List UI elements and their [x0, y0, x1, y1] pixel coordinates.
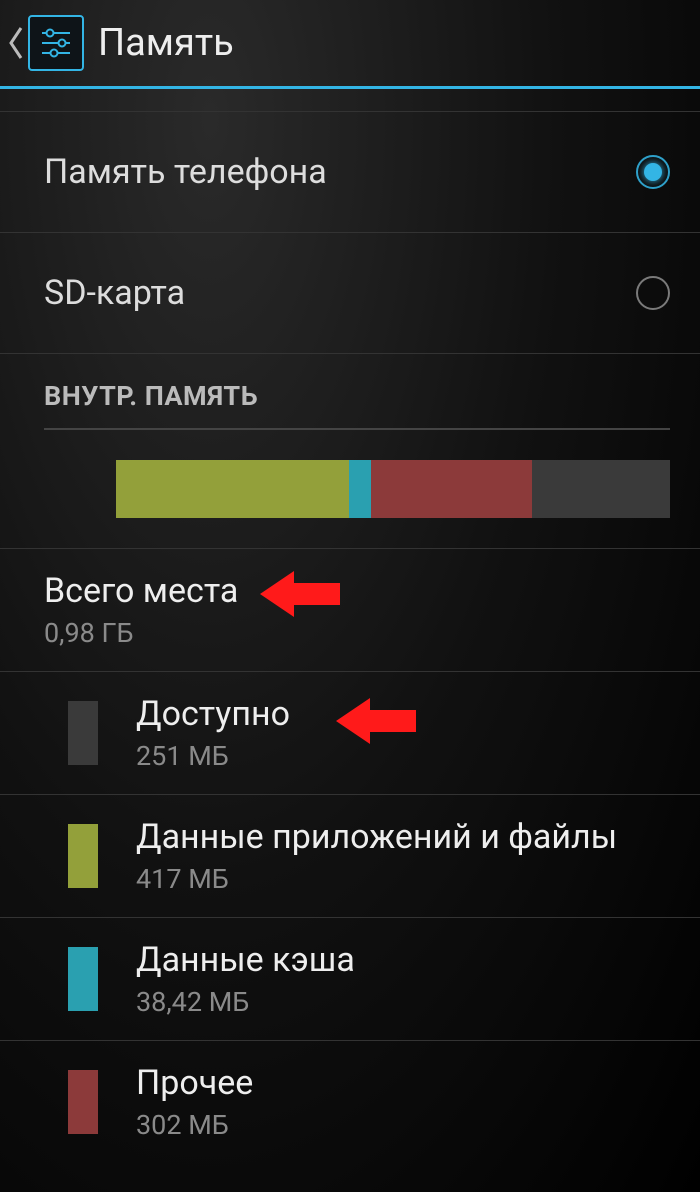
section-header-internal: ВНУТР. ПАМЯТЬ	[0, 354, 700, 428]
item-subtitle: 38,42 МБ	[136, 986, 355, 1018]
bar-segment-cache	[349, 460, 371, 518]
app-header: Память	[0, 0, 700, 86]
row-total-space[interactable]: Всего места 0,98 ГБ	[0, 549, 700, 671]
option-phone-storage[interactable]: Память телефона	[0, 112, 700, 232]
item-subtitle: 0,98 ГБ	[44, 617, 670, 649]
bar-segment-apps	[116, 460, 349, 518]
item-title: Доступно	[136, 694, 290, 734]
item-title: Данные приложений и файлы	[136, 817, 617, 857]
item-title: Данные кэша	[136, 940, 355, 980]
row-available[interactable]: Доступно 251 МБ	[0, 672, 700, 794]
color-swatch-other	[68, 1070, 98, 1134]
item-subtitle: 251 МБ	[136, 740, 290, 772]
item-title: Прочее	[136, 1063, 253, 1103]
color-swatch-cache	[68, 947, 98, 1011]
item-subtitle: 302 МБ	[136, 1109, 253, 1141]
radio-unselected	[636, 276, 670, 310]
truncated-row	[0, 89, 700, 111]
option-label: Память телефона	[44, 152, 327, 192]
item-subtitle: 417 МБ	[136, 863, 617, 895]
item-title: Всего места	[44, 571, 670, 611]
back-button[interactable]	[6, 23, 26, 63]
bar-segment-free	[532, 460, 671, 518]
chevron-left-icon	[8, 26, 24, 60]
option-label: SD-карта	[44, 273, 185, 313]
row-apps-data[interactable]: Данные приложений и файлы 417 МБ	[0, 795, 700, 917]
page-title: Память	[98, 21, 234, 65]
annotation-arrow-icon	[336, 694, 416, 748]
storage-usage-bar	[116, 460, 670, 518]
settings-icon[interactable]	[28, 15, 84, 71]
bar-segment-other	[371, 460, 532, 518]
section-underline	[44, 428, 670, 430]
color-swatch-free	[68, 701, 98, 765]
radio-selected	[636, 155, 670, 189]
color-swatch-apps	[68, 824, 98, 888]
row-other-data[interactable]: Прочее 302 МБ	[0, 1041, 700, 1163]
option-sd-card[interactable]: SD-карта	[0, 233, 700, 353]
content: Память телефона SD-карта ВНУТР. ПАМЯТЬ В…	[0, 89, 700, 1163]
row-cache-data[interactable]: Данные кэша 38,42 МБ	[0, 918, 700, 1040]
